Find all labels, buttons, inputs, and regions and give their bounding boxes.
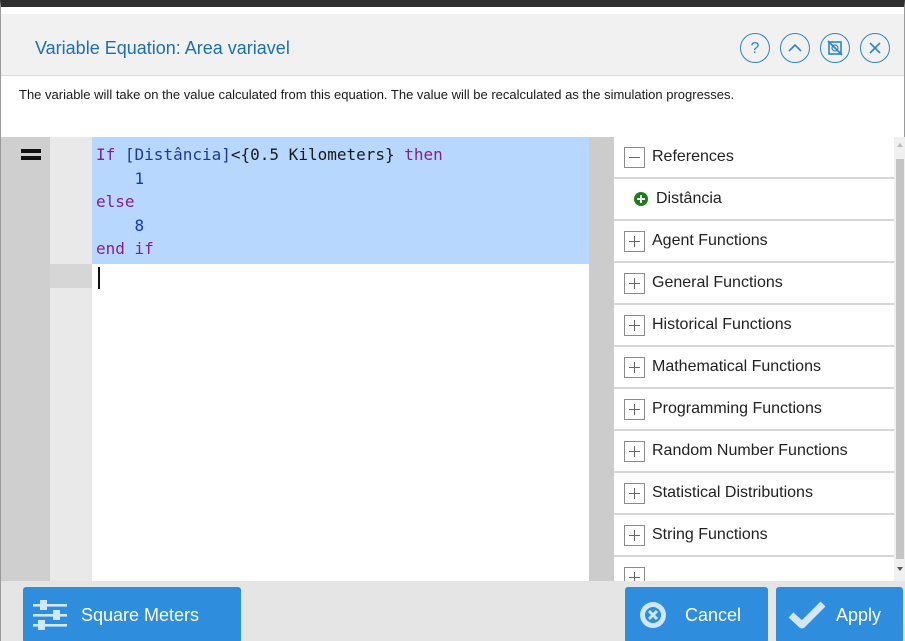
cancel-button-label: Cancel: [685, 604, 742, 625]
code-keyword: then: [394, 145, 443, 164]
code-number: 1: [134, 168, 145, 188]
panel-item-label: Historical Functions: [652, 316, 792, 333]
expand-icon: [624, 314, 645, 336]
sliders-icon: [33, 600, 67, 630]
panel-item-label: String Functions: [652, 526, 768, 543]
code-text: If [Distância]<{0.5 Kilometers} then 1 e…: [96, 143, 443, 261]
apply-button[interactable]: Apply: [776, 587, 903, 641]
no-image-icon[interactable]: [820, 33, 850, 63]
expand-icon: [624, 440, 645, 462]
line-number-gutter: [50, 137, 92, 581]
apply-button-label: Apply: [836, 604, 882, 625]
cancel-icon: [640, 602, 666, 628]
code-input[interactable]: If [Distância]<{0.5 Kilometers} then 1 e…: [92, 137, 589, 581]
panel-scrollbar[interactable]: [894, 137, 905, 581]
equation-editor: If [Distância]<{0.5 Kilometers} then 1 e…: [1, 137, 905, 581]
panel-item-label: General Functions: [652, 274, 783, 291]
scroll-thumb[interactable]: [896, 159, 904, 559]
panel-item-label: Distância: [656, 190, 722, 207]
panel-item-partial[interactable]: [614, 557, 894, 581]
dialog-footer: Square Meters Cancel Apply: [1, 581, 905, 641]
panel-item-label: References: [652, 148, 734, 165]
expand-icon: [624, 230, 645, 252]
code-keyword: If: [96, 145, 125, 164]
panel-item-label: Agent Functions: [652, 232, 768, 249]
editor-splitter[interactable]: [589, 137, 614, 581]
collapse-icon: [624, 146, 645, 168]
scroll-up-icon[interactable]: [897, 143, 903, 147]
dialog-description: The variable will take on the value calc…: [19, 87, 735, 102]
expand-icon: [624, 356, 645, 378]
editor-gutter: [1, 137, 50, 581]
scroll-down-icon[interactable]: [897, 567, 903, 571]
help-icon[interactable]: ?: [740, 33, 770, 63]
check-icon: [788, 601, 826, 629]
panel-item-label: Random Number Functions: [652, 442, 848, 459]
panel-item-mathematical-functions[interactable]: Mathematical Functions: [614, 347, 894, 389]
units-button[interactable]: Square Meters: [23, 587, 241, 641]
expand-icon: [624, 272, 645, 294]
cancel-button[interactable]: Cancel: [625, 587, 768, 641]
expand-icon: [624, 482, 645, 504]
code-keyword: end if: [96, 239, 154, 258]
equals-icon: [21, 147, 41, 163]
panel-item-programming-functions[interactable]: Programming Functions: [614, 389, 894, 431]
panel-item-label: Mathematical Functions: [652, 358, 821, 375]
panel-item-label: Programming Functions: [652, 400, 822, 417]
units-button-label: Square Meters: [81, 604, 200, 625]
code-unit: {0.5 Kilometers}: [240, 145, 395, 164]
dialog-title: Variable Equation: Area variavel: [35, 38, 290, 58]
code-reference: [Distância]: [124, 145, 231, 164]
active-line-gutter: [50, 264, 92, 288]
code-keyword: else: [96, 192, 135, 211]
expand-icon: [624, 524, 645, 546]
panel-item-agent-functions[interactable]: Agent Functions: [614, 221, 894, 263]
panel-item-statistical-distributions[interactable]: Statistical Distributions: [614, 473, 894, 515]
svg-text:?: ?: [751, 40, 760, 57]
collapse-up-icon[interactable]: [780, 33, 810, 63]
code-number: 8: [134, 215, 145, 235]
expand-icon: [624, 398, 645, 420]
equation-dialog: Variable Equation: Area variavel ? The v…: [0, 0, 905, 641]
close-icon[interactable]: [860, 33, 890, 63]
titlebar-icons: ?: [740, 33, 890, 63]
panel-item-random-number-functions[interactable]: Random Number Functions: [614, 431, 894, 473]
panel-item-distancia[interactable]: Distância: [614, 179, 894, 221]
expand-icon: [624, 566, 645, 581]
text-cursor: [98, 267, 100, 289]
panel-item-general-functions[interactable]: General Functions: [614, 263, 894, 305]
dialog-titlebar: Variable Equation: Area variavel ?: [1, 14, 904, 76]
panel-item-references[interactable]: References: [614, 137, 894, 179]
code-operator: <: [230, 145, 241, 164]
panel-item-string-functions[interactable]: String Functions: [614, 515, 894, 557]
function-reference-panel: References Distância Agent Functions Gen…: [614, 137, 894, 581]
add-reference-icon: [634, 192, 648, 206]
panel-item-label: Statistical Distributions: [652, 484, 813, 501]
panel-item-historical-functions[interactable]: Historical Functions: [614, 305, 894, 347]
